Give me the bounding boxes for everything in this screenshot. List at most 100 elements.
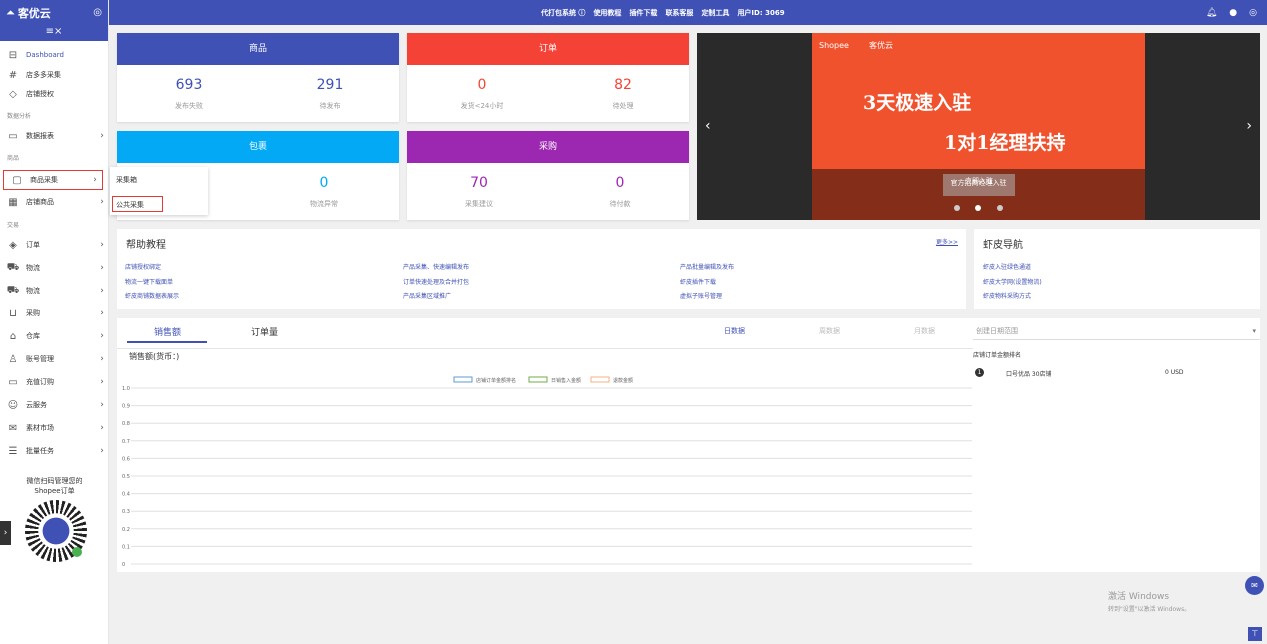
sidebar-item-shop-products[interactable]: ▦ 店铺商品 ›	[0, 192, 109, 212]
help-link[interactable]: 虾皮插件下载	[680, 277, 716, 286]
top-link-tutorial[interactable]: 使用教程	[593, 8, 621, 18]
sidebar-item-batch[interactable]: ☰ 批量任务 ›	[0, 441, 109, 461]
shopee-logo: Shopee	[819, 41, 849, 50]
chevron-left-icon[interactable]: ‹	[705, 118, 711, 134]
y-tick-label: 0.7	[122, 439, 130, 445]
carousel-dot[interactable]	[997, 205, 1003, 211]
sidebar-item-shop-auth[interactable]: ◇ 店铺授权	[0, 84, 109, 104]
sidebar-item-collect[interactable]: # 店多多采集	[0, 65, 109, 85]
help-link[interactable]: 店铺授权绑定	[125, 262, 161, 271]
top-nav: 代打包系统 ⓘ 使用教程 插件下载 联系客服 定制工具 用户ID: 3069	[541, 0, 785, 25]
home-icon: ⌂	[9, 330, 17, 342]
shopee-nav-link[interactable]: 虾皮大学网(设置物流)	[983, 277, 1042, 286]
chevron-right-icon[interactable]: ›	[1246, 118, 1252, 134]
sidebar-item-dashboard[interactable]: ⊟ Dashboard	[0, 45, 109, 65]
delivery-icon: ⛟	[6, 284, 20, 296]
watermark-line: 转到"设置"以激活 Windows。	[1108, 606, 1191, 613]
shopee-nav-link[interactable]: 虾皮入驻绿色通道	[983, 262, 1031, 271]
help-link[interactable]: 虾皮商铺数据表展示	[125, 291, 179, 300]
carousel-dot[interactable]	[954, 205, 960, 211]
tab-sales[interactable]: 销售额	[154, 325, 181, 338]
sidebar-item-product-collect[interactable]: ▢ 商品采集 ›	[3, 170, 103, 190]
help-title: 帮助教程	[126, 240, 166, 251]
globe-icon[interactable]: ◎	[93, 7, 102, 18]
sidebar-item-orders[interactable]: ◈ 订单 ›	[0, 235, 109, 255]
legend-swatch[interactable]	[453, 376, 473, 383]
legend-swatch[interactable]	[528, 376, 548, 383]
globe-icon[interactable]: ◎	[1249, 8, 1257, 18]
orders-pending-count[interactable]: 82	[563, 77, 683, 93]
shopee-nav-link[interactable]: 虾皮物料采购方式	[983, 291, 1031, 300]
chevron-right-icon: ›	[100, 308, 104, 318]
purchase-unpaid-count[interactable]: 0	[560, 175, 680, 191]
sidebar-item-reports[interactable]: ▭ 数据报表 ›	[0, 126, 109, 146]
y-tick-label: 0	[122, 562, 125, 568]
orders-urgent-count[interactable]: 0	[422, 77, 542, 93]
sidebar-item-delivery[interactable]: ⛟ 物流 ›	[0, 281, 109, 301]
sales-chart: 0 0.1 0.2 0.3 0.4 0.5 0.6 0.7 0.8 0.9 1.0 店铺订单金额排名 日…	[122, 376, 972, 568]
legend-label[interactable]: 退款金额	[613, 377, 633, 384]
goods-pending-count[interactable]: 291	[270, 77, 390, 93]
help-link[interactable]: 物流一键下载面单	[125, 277, 173, 286]
carousel-dot-active[interactable]	[975, 205, 981, 211]
help-link[interactable]: 产品采集、快速编辑发布	[403, 262, 469, 271]
expand-panel-button[interactable]: ›	[0, 521, 11, 545]
grid-icon: ▦	[8, 196, 18, 208]
goods-failed-count[interactable]: 693	[129, 77, 249, 93]
submenu-item-collect-box[interactable]: 采集箱	[116, 175, 137, 185]
range-daily[interactable]: 日数据	[724, 326, 745, 336]
section-trade: 交易	[7, 222, 20, 229]
chevron-right-icon: ›	[100, 446, 104, 456]
sidebar-item-accounts[interactable]: ♙ 账号管理 ›	[0, 349, 109, 369]
sidebar-item-label: 店铺商品	[26, 198, 54, 206]
sidebar-item-label: 数据报表	[26, 132, 54, 140]
y-tick-label: 1.0	[122, 386, 130, 392]
sidebar-item-materials[interactable]: ✉ 素材市场 ›	[0, 418, 109, 438]
sidebar-item-label: 采购	[26, 309, 40, 317]
chart-title: 销售额(货币：)	[129, 352, 180, 361]
top-link-custom[interactable]: 定制工具	[701, 8, 729, 18]
legend-swatch[interactable]	[590, 376, 610, 383]
user-icon[interactable]: ●	[1229, 8, 1237, 18]
menu-collapse-icon[interactable]: ≡×	[0, 25, 108, 41]
sidebar-item-cloud[interactable]: ☺ 云服务 ›	[0, 395, 109, 415]
help-link[interactable]: 产品批量编辑及发布	[680, 262, 734, 271]
user-id: 用户ID: 3069	[737, 8, 785, 17]
card-title: 采购	[407, 131, 689, 163]
chevron-right-icon: ›	[100, 240, 104, 250]
sidebar-item-purchase[interactable]: ⊔ 采购 ›	[0, 303, 109, 323]
help-link[interactable]: 产品采集区域推广	[403, 291, 451, 300]
date-range-select[interactable]: 创建日期范围 ▾	[973, 324, 1260, 340]
top-link-plugin[interactable]: 插件下载	[629, 8, 657, 18]
packages-exception-count[interactable]: 0	[264, 175, 384, 191]
sidebar-item-warehouse[interactable]: ⌂ 仓库 ›	[0, 326, 109, 346]
bell-icon[interactable]: 🔔︎	[1206, 8, 1217, 18]
sidebar-item-logistics[interactable]: ⛟ 物流 ›	[0, 258, 109, 278]
back-to-top-icon[interactable]: ⊤	[1248, 627, 1262, 641]
sidebar-item-label: Dashboard	[26, 51, 64, 59]
slide-caption: 官方招商经理入驻	[950, 179, 1007, 187]
legend-label[interactable]: 店铺订单金额排名	[476, 377, 516, 384]
section-goods: 商品	[7, 155, 20, 162]
legend-label[interactable]: 日销售入金额	[551, 377, 581, 384]
promo-carousel[interactable]: Shopee 客优云 3天极速入驻 1对1经理扶持 立即入驻 官方招商经理入驻 …	[697, 33, 1260, 220]
sidebar-item-label: 店铺授权	[26, 90, 54, 98]
brand-name: 客优云	[17, 6, 51, 20]
help-link[interactable]: 订单快速处理及合并打包	[403, 277, 469, 286]
triangle-logo-icon: ⏶	[6, 5, 15, 19]
top-link-packing[interactable]: 代打包系统 ⓘ	[541, 8, 585, 18]
range-weekly[interactable]: 周数据	[819, 326, 840, 336]
shopee-nav-card: 虾皮导航 虾皮入驻绿色通道 虾皮大学网(设置物流) 虾皮物料采购方式	[974, 229, 1260, 309]
chat-icon[interactable]: ✉	[1245, 576, 1264, 595]
sidebar-item-recharge[interactable]: ▭ 充值订购 ›	[0, 372, 109, 392]
top-link-support[interactable]: 联系客服	[665, 8, 693, 18]
list-icon: ☰	[8, 445, 18, 457]
range-monthly[interactable]: 月数据	[914, 326, 935, 336]
tab-orders[interactable]: 订单量	[251, 325, 278, 338]
promo-headline-1: 3天极速入驻	[863, 92, 972, 114]
purchase-card: 采购 70 采集建议 0 待付款	[407, 131, 689, 220]
help-link[interactable]: 虚拟子账号管理	[680, 291, 722, 300]
help-more-link[interactable]: 更多>>	[936, 237, 958, 246]
stat-label: 发布失败	[175, 102, 203, 110]
purchase-suggest-count[interactable]: 70	[419, 175, 539, 191]
